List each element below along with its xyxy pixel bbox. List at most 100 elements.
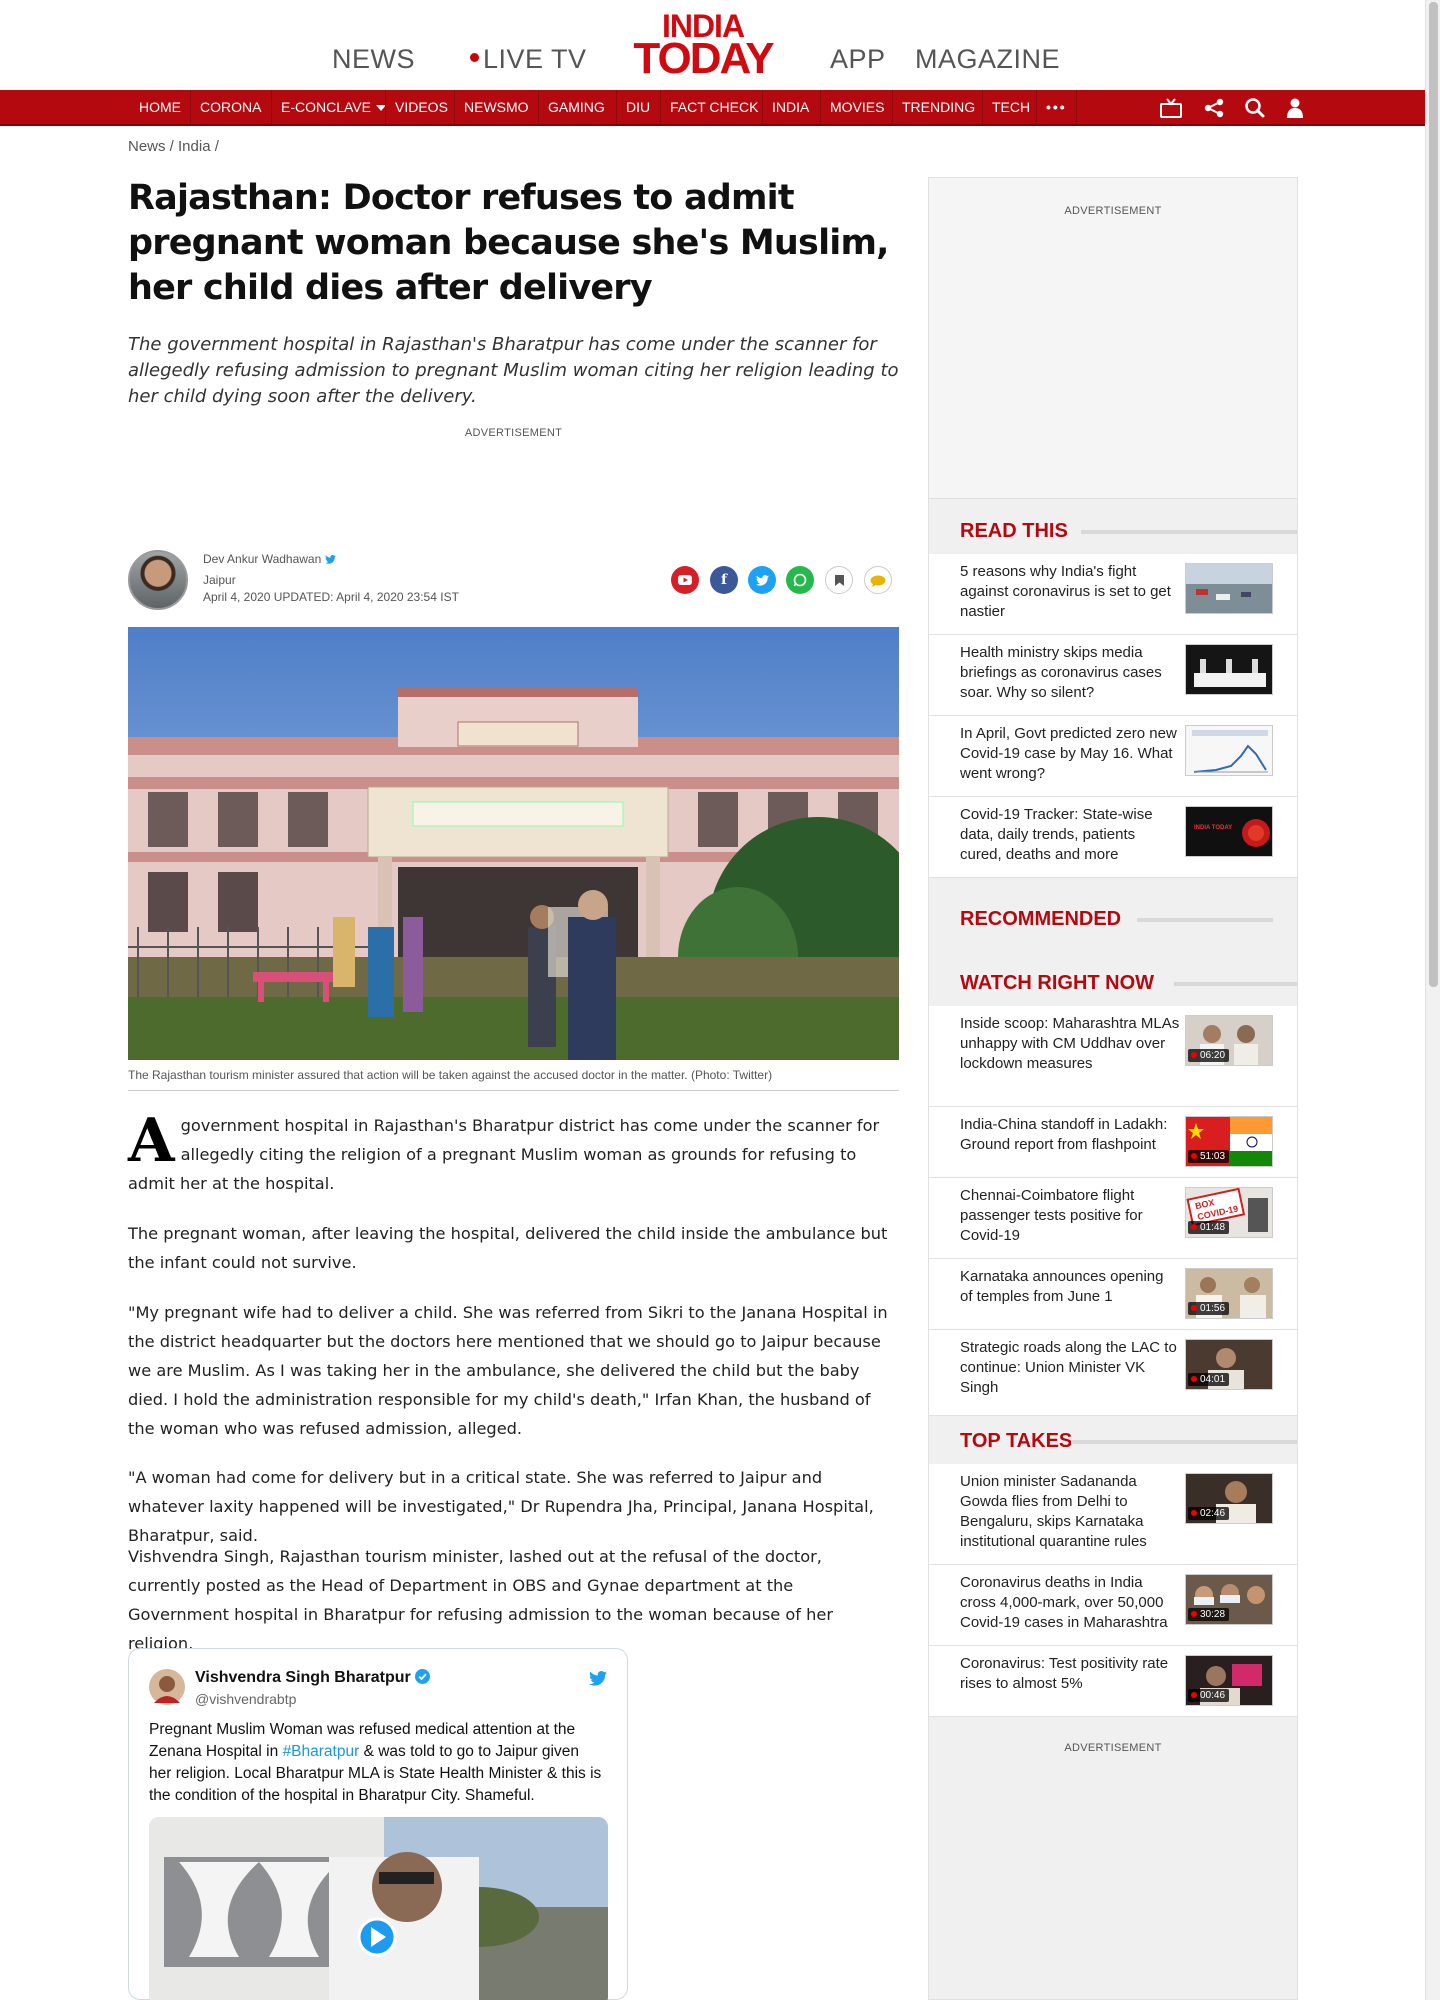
advertisement-label: ADVERTISEMENT [464,427,563,439]
site-header: NEWS LIVE TV INDIA TODAY APP MAGAZINE [0,0,1425,90]
scrollbar-thumb[interactable] [1429,2,1438,987]
india-today-logo[interactable]: INDIA TODAY [628,10,778,84]
read-this-item-title: In April, Govt predicted zero new Covid-… [960,725,1177,782]
read-this-item[interactable]: Covid-19 Tracker: State-wise data, daily… [929,797,1297,878]
read-this-thumbnail [1185,644,1273,695]
watch-item-title: India-China standoff in Ladakh: Ground r… [960,1116,1168,1153]
facebook-icon[interactable]: f [710,566,738,594]
nav-item-fact-check[interactable]: FACT CHECK [660,90,767,124]
watch-item[interactable]: Strategic roads along the LAC to continu… [929,1330,1297,1416]
watch-item-title: Chennai-Coimbatore flight passenger test… [960,1187,1143,1244]
top-takes-item[interactable]: Union minister Sadananda Gowda flies fro… [929,1464,1297,1565]
nav-item-tech[interactable]: TECH [982,90,1039,124]
read-this-thumbnail [1185,725,1273,776]
top-takes-thumbnail: 02:46 [1185,1473,1273,1524]
nav-item-e-conclave[interactable]: E-CONCLAVE [271,90,395,124]
page-scrollbar[interactable] [1425,0,1440,2000]
top-takes-item-title: Coronavirus: Test positivity rate rises … [960,1655,1169,1692]
tv-icon[interactable] [1160,98,1182,118]
watch-right-now-divider [1174,982,1297,986]
comment-icon[interactable] [864,566,892,594]
top-takes-item[interactable]: Coronavirus deaths in India cross 4,000-… [929,1565,1297,1646]
youtube-icon[interactable] [671,566,699,594]
search-icon[interactable] [1244,98,1266,118]
read-this-item-title: Health ministry skips media briefings as… [960,644,1162,701]
whatsapp-icon[interactable] [786,566,814,594]
top-takes-item[interactable]: Coronavirus: Test positivity rate rises … [929,1646,1297,1717]
nav-live-tv[interactable]: LIVE TV [470,44,587,75]
sidebar-ad-slot[interactable]: ADVERTISEMENT [929,178,1297,499]
article-paragraph-1-text: government hospital in Rajasthan's Bhara… [128,1116,880,1193]
tweet-author[interactable]: Vishvendra Singh Bharatpur [195,1669,431,1687]
video-duration: 04:01 [1188,1373,1230,1386]
article-dates: April 4, 2020 UPDATED: April 4, 2020 23:… [203,590,459,604]
more-icon[interactable]: ••• [1036,90,1077,124]
nav-item-videos[interactable]: VIDEOS [385,90,457,124]
breadcrumb[interactable]: News / India / [128,138,219,155]
watch-item-title: Inside scoop: Maharashtra MLAs unhappy w… [960,1015,1180,1072]
share-icon[interactable] [1203,98,1225,118]
nav-magazine[interactable]: MAGAZINE [915,44,1060,75]
watch-item[interactable]: India-China standoff in Ladakh: Ground r… [929,1107,1297,1178]
bookmark-icon[interactable] [825,566,853,594]
category-nav: HOME CORONA E-CONCLAVE VIDEOS NEWSMO GAM… [0,90,1425,126]
nav-item-gaming[interactable]: GAMING [538,90,614,124]
nav-item-corona[interactable]: CORONA [190,90,270,124]
tweet-handle[interactable]: @vishvendrabtp [195,1691,296,1707]
user-icon[interactable] [1284,98,1306,118]
tweet-video[interactable] [149,1817,608,2000]
nav-item-home[interactable]: HOME [130,90,190,124]
article-paragraph-4: "A woman had come for delivery but in a … [128,1468,874,1545]
video-duration: 06:20 [1188,1049,1230,1062]
watch-thumbnail: 04:01 [1185,1339,1273,1390]
tweet-text: Pregnant Muslim Woman was refused medica… [149,1719,604,1807]
watch-item[interactable]: Inside scoop: Maharashtra MLAs unhappy w… [929,1006,1297,1107]
nav-item-trending[interactable]: TRENDING [892,90,984,124]
recommended-divider [1137,918,1273,922]
nav-item-movies[interactable]: MOVIES [820,90,893,124]
nav-item-diu[interactable]: DIU [616,90,659,124]
author-name[interactable]: Dev Ankur Wadhawan [203,552,336,566]
video-duration: 02:46 [1188,1507,1230,1520]
read-this-item-title: Covid-19 Tracker: State-wise data, daily… [960,806,1153,863]
watch-thumbnail: 51:03 [1185,1116,1273,1167]
article-hero-image[interactable] [128,627,899,1060]
tweet-hashtag-link[interactable]: #Bharatpur [283,1743,360,1760]
tweet-avatar[interactable] [149,1669,185,1705]
watch-item[interactable]: Chennai-Coimbatore flight passenger test… [929,1178,1297,1259]
tweet-video-thumbnail [149,1817,608,2000]
watch-thumbnail: 06:20 [1185,1015,1273,1066]
nav-news[interactable]: NEWS [332,44,415,75]
tracker-thumb-label: INDIA TODAY [1194,825,1232,831]
article-paragraph-2: The pregnant woman, after leaving the ho… [128,1224,888,1272]
read-this-item[interactable]: Health ministry skips media briefings as… [929,635,1297,716]
watch-thumbnail: 01:56 [1185,1268,1273,1319]
twitter-logo-icon[interactable] [589,1671,607,1686]
image-caption: The Rajasthan tourism minister assured t… [128,1068,899,1091]
author-avatar[interactable] [128,550,188,610]
nav-live-tv-label: LIVE TV [483,44,587,74]
logo-line2: TODAY [633,34,774,84]
nav-app[interactable]: APP [830,44,886,75]
read-this-divider [1081,530,1297,534]
top-takes-thumbnail: 00:46 [1185,1655,1273,1706]
article-paragraph-3: "My pregnant wife had to deliver a child… [128,1303,888,1438]
read-this-item[interactable]: In April, Govt predicted zero new Covid-… [929,716,1297,797]
watch-item-title: Strategic roads along the LAC to continu… [960,1339,1177,1396]
sidebar-ad-label-bottom: ADVERTISEMENT [1064,1742,1162,1754]
watch-item-title: Karnataka announces opening of temples f… [960,1268,1164,1305]
recommended-heading: RECOMMENDED [960,908,1122,930]
twitter-icon[interactable] [324,555,336,565]
article-location: Jaipur [203,573,236,587]
nav-item-newsmo[interactable]: NEWSMO [454,90,538,124]
tweet-author-name: Vishvendra Singh Bharatpur [195,1669,411,1686]
nav-item-india[interactable]: INDIA [762,90,818,124]
top-takes-divider [1071,1440,1297,1444]
watch-item[interactable]: Karnataka announces opening of temples f… [929,1259,1297,1330]
read-this-item[interactable]: 5 reasons why India's fight against coro… [929,554,1297,635]
watch-right-now-heading: WATCH RIGHT NOW [960,972,1155,994]
read-this-thumbnail: INDIA TODAY [1185,806,1273,857]
embedded-tweet[interactable]: Vishvendra Singh Bharatpur @vishvendrabt… [128,1648,628,2000]
video-duration: 51:03 [1188,1150,1230,1163]
twitter-share-icon[interactable] [748,566,776,594]
